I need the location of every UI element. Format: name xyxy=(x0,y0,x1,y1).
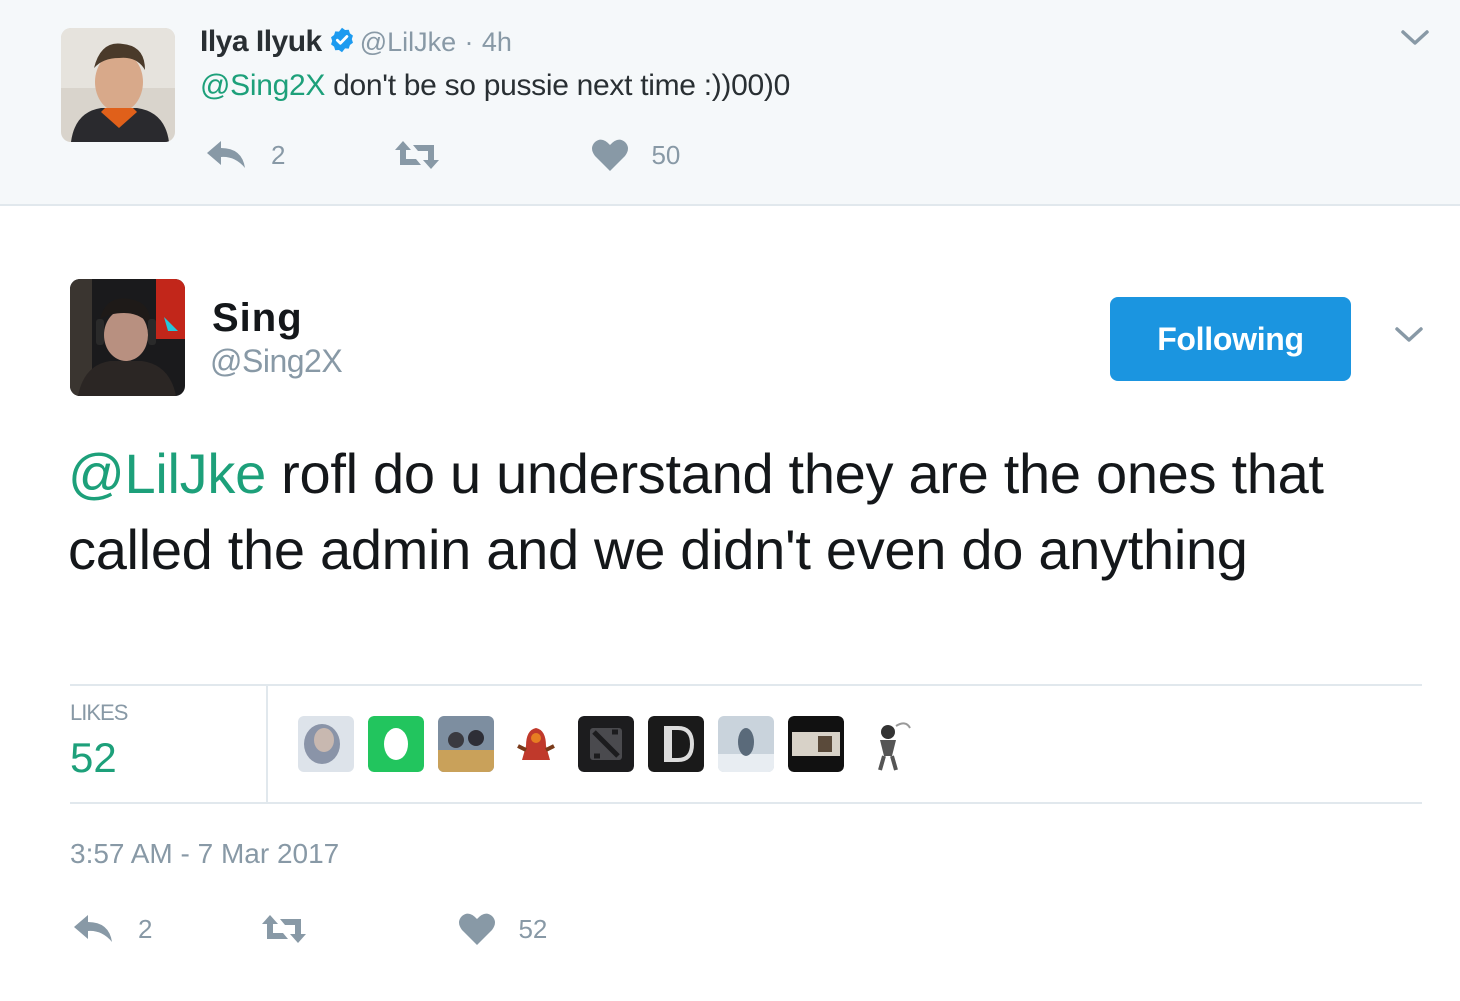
retweet-button[interactable] xyxy=(393,139,441,171)
tweet-header: Ilya Ilyuk @LilJke · 4h xyxy=(200,22,512,65)
liker-avatar[interactable] xyxy=(508,716,564,772)
like-button[interactable]: 50 xyxy=(591,138,680,172)
liker-avatar[interactable] xyxy=(788,716,844,772)
tweet-stats: LIKES 52 xyxy=(70,684,1422,804)
tweet-timestamp[interactable]: 3:57 AM - 7 Mar 2017 xyxy=(70,838,339,870)
tweet-text: @LilJke rofl do u understand they are th… xyxy=(68,436,1428,588)
parent-tweet[interactable]: Ilya Ilyuk @LilJke · 4h @Sing2X don't be … xyxy=(0,0,1460,206)
tweet-time[interactable]: 4h xyxy=(482,27,512,57)
reply-count: 2 xyxy=(138,913,153,944)
avatar[interactable] xyxy=(70,279,185,396)
reply-icon xyxy=(205,138,247,172)
chevron-down-icon[interactable] xyxy=(1394,325,1424,345)
liker-avatar[interactable] xyxy=(298,716,354,772)
display-name[interactable]: Sing xyxy=(212,296,303,341)
display-name[interactable]: Ilya Ilyuk xyxy=(200,25,322,58)
reply-icon xyxy=(72,912,114,946)
like-count: 52 xyxy=(518,913,548,944)
separator: · xyxy=(464,27,474,57)
reply-button[interactable]: 2 xyxy=(205,138,285,172)
liker-avatar[interactable] xyxy=(648,716,704,772)
heart-icon xyxy=(591,138,629,172)
retweet-button[interactable] xyxy=(260,913,308,945)
divider xyxy=(266,686,268,802)
avatar[interactable] xyxy=(61,28,175,142)
liker-avatar[interactable] xyxy=(578,716,634,772)
liker-avatars xyxy=(298,716,914,772)
liker-avatar[interactable] xyxy=(368,716,424,772)
likes-label: LIKES xyxy=(70,700,128,725)
heart-icon xyxy=(458,912,496,946)
reply-count: 2 xyxy=(271,139,286,170)
mention-link[interactable]: @LilJke xyxy=(68,442,266,505)
following-button[interactable]: Following xyxy=(1110,297,1351,381)
tweet-text: @Sing2X don't be so pussie next time :))… xyxy=(200,66,790,106)
likes-count[interactable]: 52 xyxy=(70,734,117,782)
username[interactable]: @LilJke xyxy=(360,27,456,57)
tweet-body: don't be so pussie next time :))00)0 xyxy=(325,69,790,102)
tweet-actions: 2 50 xyxy=(205,138,680,172)
username[interactable]: @Sing2X xyxy=(210,343,343,380)
liker-avatar[interactable] xyxy=(438,716,494,772)
reply-button[interactable]: 2 xyxy=(72,912,152,946)
mention-link[interactable]: @Sing2X xyxy=(200,69,325,102)
liker-avatar[interactable] xyxy=(718,716,774,772)
tweet-actions: 2 52 xyxy=(72,912,547,946)
retweet-icon xyxy=(260,913,308,945)
retweet-icon xyxy=(393,139,441,171)
liker-avatar[interactable] xyxy=(858,716,914,772)
like-button[interactable]: 52 xyxy=(458,912,547,946)
verified-badge-icon xyxy=(328,25,356,65)
chevron-down-icon[interactable] xyxy=(1400,28,1430,48)
like-count: 50 xyxy=(651,139,681,170)
